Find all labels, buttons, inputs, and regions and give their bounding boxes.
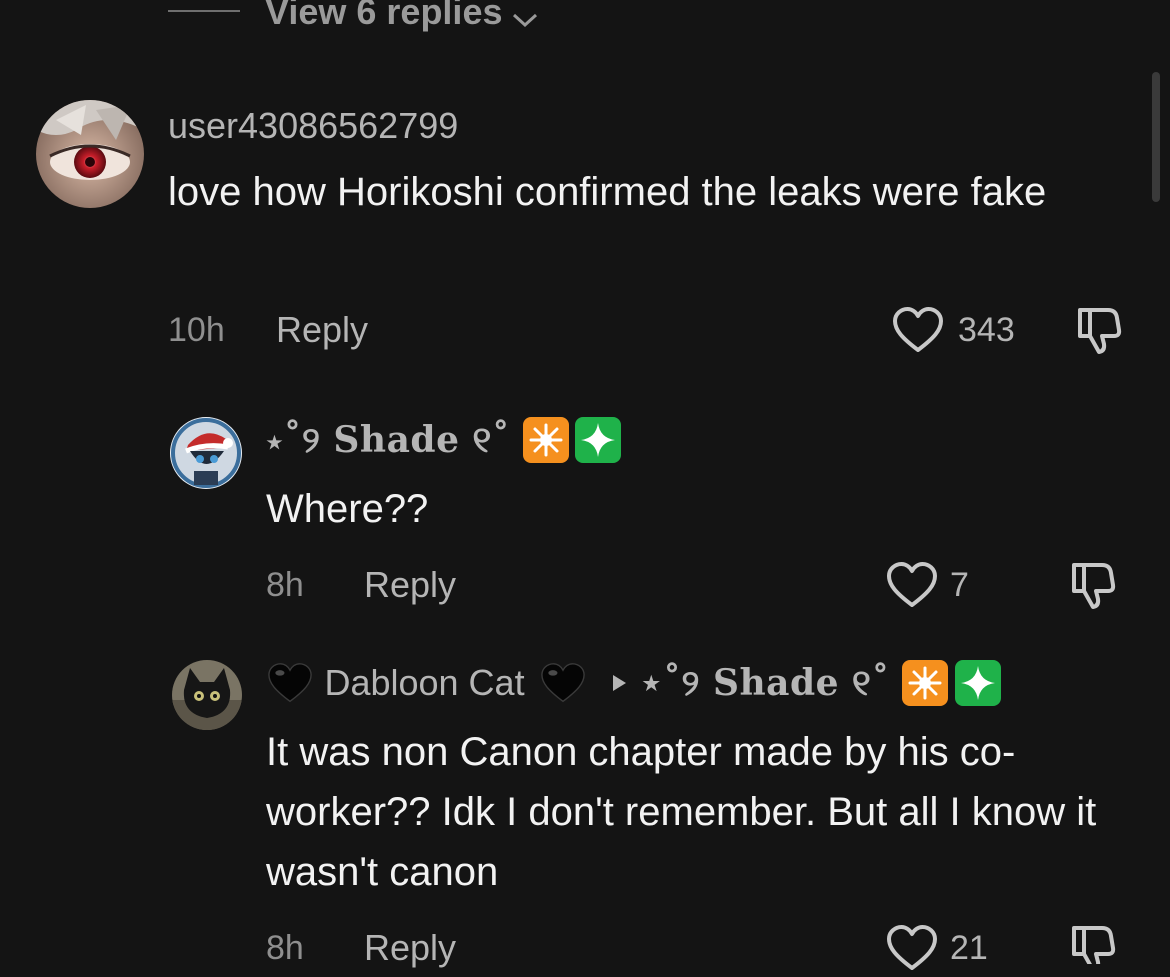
avatar[interactable] [172, 660, 242, 730]
view-replies-button[interactable]: View 6 replies [265, 0, 539, 34]
reply-button[interactable]: Reply [364, 928, 456, 968]
reply-button[interactable]: Reply [364, 565, 456, 605]
black-heart-icon [268, 663, 312, 703]
like-button[interactable] [886, 924, 938, 972]
black-heart-icon [541, 663, 585, 703]
reply-username-row: ⋆˚୨ Shade ୧˚ [266, 417, 622, 469]
like-count: 343 [958, 311, 1015, 349]
eight-pointed-star-icon [902, 660, 949, 706]
reply-comment: Dabloon Cat ⋆˚୨ Shade ୧˚ It was non Cano… [0, 650, 1170, 970]
heart-outline-icon [893, 307, 943, 352]
avatar[interactable] [170, 417, 242, 489]
chevron-down-icon [512, 13, 537, 27]
comment-time: 10h [168, 311, 225, 349]
like-count: 21 [950, 929, 988, 967]
sparkles-icon [575, 417, 622, 463]
reply-to-arrow-icon [612, 675, 626, 691]
reply-username-row: Dabloon Cat ⋆˚୨ Shade ୧˚ [266, 660, 1001, 712]
reply-button[interactable]: Reply [276, 310, 368, 350]
like-count: 7 [950, 566, 969, 604]
avatar-image [170, 417, 242, 489]
comment: user43086562799 love how Horikoshi confi… [0, 90, 1170, 370]
view-replies-label: View 6 replies [265, 0, 503, 32]
view-replies-divider [168, 10, 240, 12]
dislike-button[interactable] [1066, 922, 1118, 964]
reply-comment: ⋆˚୨ Shade ୧˚ Where?? 8h Reply 7 [0, 405, 1170, 615]
heart-outline-icon [887, 925, 937, 970]
reply-text: Where?? [266, 487, 429, 531]
comment-username[interactable]: user43086562799 [168, 104, 458, 148]
reply-username[interactable]: ⋆˚୨ Shade ୧˚ [266, 419, 510, 461]
dislike-button[interactable] [1072, 304, 1124, 356]
heart-outline-icon [887, 562, 937, 607]
eight-pointed-star-icon [522, 417, 569, 463]
like-button[interactable] [886, 561, 938, 609]
reply-time: 8h [266, 929, 304, 967]
dislike-button[interactable] [1066, 559, 1118, 611]
reply-username[interactable]: Dabloon Cat [324, 662, 524, 703]
avatar[interactable] [36, 100, 144, 208]
reply-text: It was non Canon chapter made by his co-… [266, 730, 1097, 894]
like-button[interactable] [892, 306, 944, 354]
sparkles-icon [954, 660, 1001, 706]
avatar-image [36, 100, 144, 208]
reply-time: 8h [266, 566, 304, 604]
dislike-icon [1078, 308, 1122, 354]
comment-text: love how Horikoshi confirmed the leaks w… [168, 170, 1047, 214]
dislike-icon [1072, 563, 1116, 609]
dislike-icon [1072, 926, 1116, 964]
avatar-image [172, 660, 242, 730]
reply-to-username[interactable]: ⋆˚୨ Shade ୧˚ [640, 662, 890, 704]
